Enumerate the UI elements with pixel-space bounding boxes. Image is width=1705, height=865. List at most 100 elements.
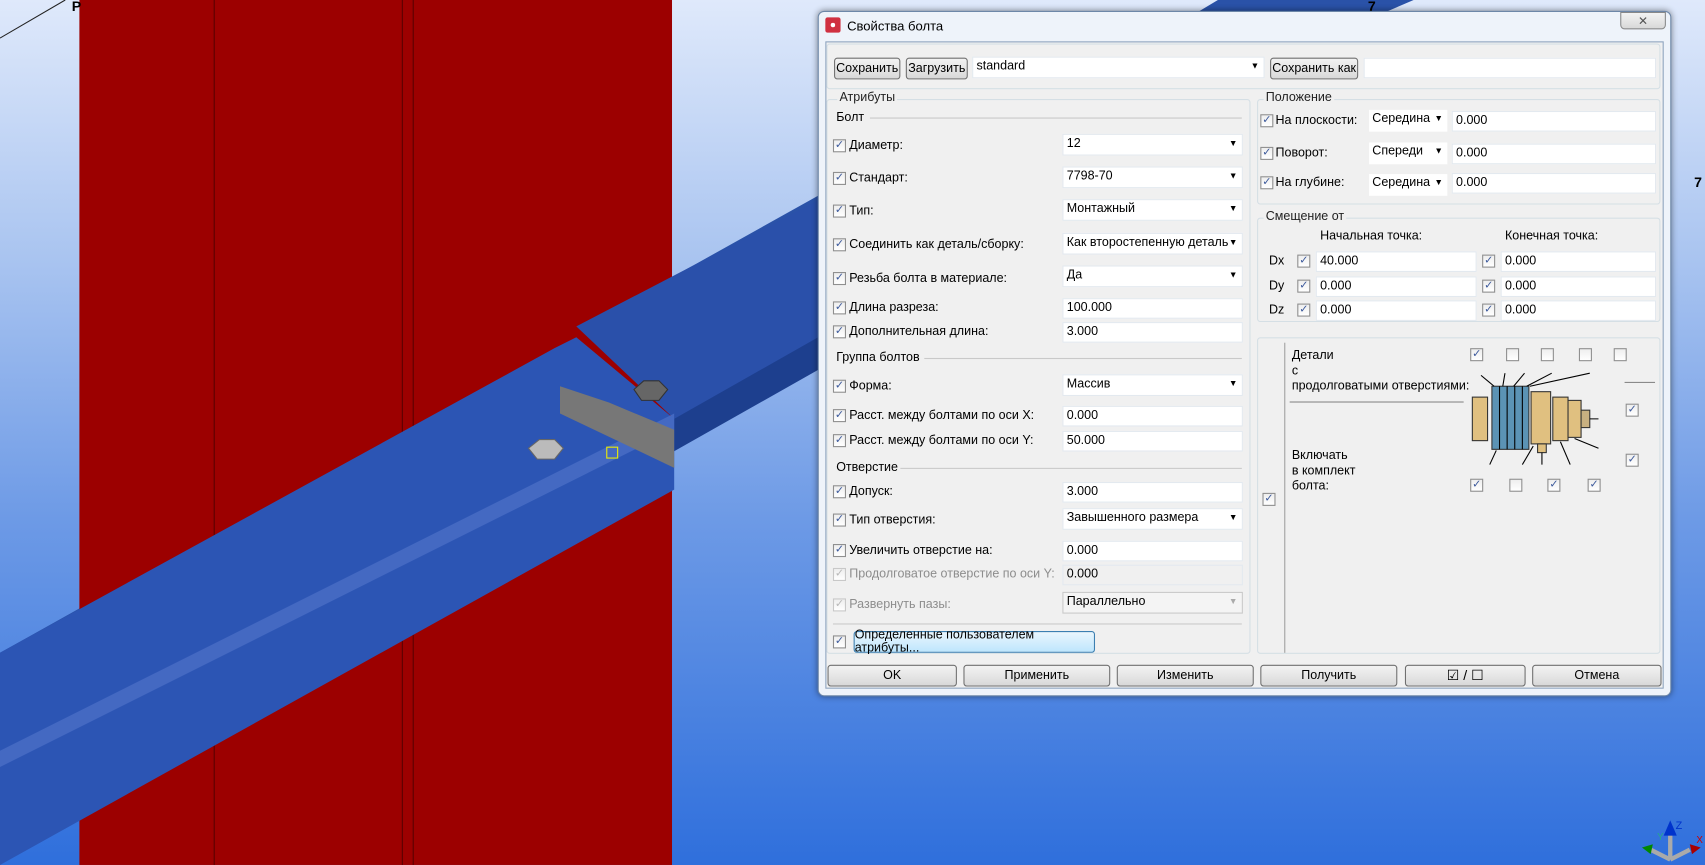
thread-checkbox[interactable]: ✓ xyxy=(832,272,846,286)
shape-label: Форма: xyxy=(849,379,892,393)
dist-x-input[interactable]: 0.000 xyxy=(1062,405,1243,427)
slotted-part-checkbox[interactable] xyxy=(1540,348,1554,362)
hole-type-value: Завышенного размера xyxy=(1066,511,1199,525)
rotation-select[interactable]: Спереди ▼ xyxy=(1369,142,1448,165)
dy-start-input[interactable]: 0.000 xyxy=(1315,276,1477,298)
side-part-checkbox[interactable]: ✓ xyxy=(1625,453,1639,467)
dx-start-input[interactable]: 40.000 xyxy=(1315,251,1477,272)
slotted-part-checkbox[interactable]: ✓ xyxy=(1470,348,1484,362)
connect-as-select[interactable]: Как второстепенную деталь ▼ xyxy=(1062,232,1243,255)
side-part-checkbox[interactable]: ✓ xyxy=(1625,403,1639,417)
at-depth-input[interactable]: 0.000 xyxy=(1451,172,1657,194)
diameter-checkbox[interactable]: ✓ xyxy=(832,139,846,153)
app-icon xyxy=(825,17,841,33)
3d-viewport[interactable]: P 7 7 ZYX Свойства болта ✕ Сохранить Заг… xyxy=(0,0,1705,865)
chevron-down-icon: ▼ xyxy=(1228,170,1238,181)
on-plane-checkbox[interactable]: ✓ xyxy=(1260,114,1274,128)
include-part-checkbox[interactable]: ✓ xyxy=(1470,478,1484,492)
bolt-assembly-diagram-icon xyxy=(1471,372,1599,465)
enlarge-input[interactable]: 0.000 xyxy=(1062,540,1243,562)
rotate-slots-select: Параллельно ▼ xyxy=(1062,591,1243,614)
on-plane-input[interactable]: 0.000 xyxy=(1451,110,1657,132)
at-depth-checkbox[interactable]: ✓ xyxy=(1260,176,1274,190)
connect-as-label: Соединить как деталь/сборку: xyxy=(849,238,1024,252)
type-select[interactable]: Монтажный ▼ xyxy=(1062,199,1243,221)
preset-select[interactable]: standard ▼ xyxy=(972,56,1265,79)
hole-header: Отверстие xyxy=(836,461,899,475)
type-checkbox[interactable]: ✓ xyxy=(832,204,846,218)
save-as-button[interactable]: Сохранить как xyxy=(1270,57,1359,80)
assembly-checkbox[interactable]: ✓ xyxy=(1262,492,1276,506)
hole-type-select[interactable]: Завышенного размера ▼ xyxy=(1062,508,1243,530)
dist-y-checkbox[interactable]: ✓ xyxy=(832,434,846,448)
include-part-checkbox[interactable] xyxy=(1509,478,1523,492)
toggle-all-checkboxes-button[interactable]: ☑ / ☐ xyxy=(1404,664,1526,687)
bolt-header: Болт xyxy=(836,110,865,125)
dialog-title: Свойства болта xyxy=(847,18,944,34)
on-plane-select[interactable]: Середина ▼ xyxy=(1369,109,1448,132)
user-attrs-checkbox[interactable]: ✓ xyxy=(832,635,846,649)
apply-button[interactable]: Применить xyxy=(963,664,1111,687)
dx-start-checkbox[interactable]: ✓ xyxy=(1297,254,1311,268)
rotation-checkbox[interactable]: ✓ xyxy=(1260,146,1274,160)
enlarge-label: Увеличить отверстие на: xyxy=(849,544,993,558)
end-point-header: Конечная точка: xyxy=(1504,229,1599,243)
include-in-assembly-label: Включать в комплект болта: xyxy=(1291,449,1356,493)
save-button[interactable]: Сохранить xyxy=(834,57,901,80)
svg-text:7: 7 xyxy=(1694,174,1702,190)
svg-text:P: P xyxy=(72,0,81,14)
svg-text:X: X xyxy=(1696,835,1703,846)
at-depth-select[interactable]: Середина ▼ xyxy=(1369,174,1448,196)
shape-select[interactable]: Массив ▼ xyxy=(1062,374,1243,397)
cut-length-input[interactable]: 100.000 xyxy=(1062,298,1243,319)
dz-end-checkbox[interactable]: ✓ xyxy=(1482,303,1496,317)
rotation-input[interactable]: 0.000 xyxy=(1451,143,1657,165)
dy-start-checkbox[interactable]: ✓ xyxy=(1297,279,1311,293)
tolerance-checkbox[interactable]: ✓ xyxy=(832,485,846,499)
slotted-part-checkbox[interactable] xyxy=(1613,348,1627,362)
chevron-down-icon: ▼ xyxy=(1434,177,1443,188)
close-button[interactable]: ✕ xyxy=(1620,11,1666,30)
slotted-part-checkbox[interactable] xyxy=(1506,348,1520,362)
rotation-option: Спереди xyxy=(1372,144,1423,158)
dx-end-input[interactable]: 0.000 xyxy=(1500,251,1657,272)
extra-length-input[interactable]: 3.000 xyxy=(1062,322,1243,343)
ok-button[interactable]: OK xyxy=(827,664,957,687)
user-attributes-button[interactable]: Определенные пользователем атрибуты... xyxy=(853,629,1096,655)
preset-value: standard xyxy=(976,59,1026,73)
dy-end-input[interactable]: 0.000 xyxy=(1500,276,1657,298)
cut-length-checkbox[interactable]: ✓ xyxy=(832,301,846,315)
dy-end-checkbox[interactable]: ✓ xyxy=(1482,279,1496,293)
dx-end-checkbox[interactable]: ✓ xyxy=(1482,254,1496,268)
cancel-button[interactable]: Отмена xyxy=(1532,664,1662,687)
slotted-part-checkbox[interactable] xyxy=(1578,348,1592,362)
extra-length-checkbox[interactable]: ✓ xyxy=(832,325,846,339)
load-button[interactable]: Загрузить xyxy=(905,57,968,80)
save-as-name-input[interactable] xyxy=(1363,57,1657,79)
include-part-checkbox[interactable]: ✓ xyxy=(1547,478,1561,492)
enlarge-checkbox[interactable]: ✓ xyxy=(832,544,846,558)
tolerance-input[interactable]: 3.000 xyxy=(1062,481,1243,503)
shape-checkbox[interactable]: ✓ xyxy=(832,379,846,393)
dx-label: Dx xyxy=(1268,254,1285,268)
modify-button[interactable]: Изменить xyxy=(1116,664,1254,687)
dz-start-checkbox[interactable]: ✓ xyxy=(1297,303,1311,317)
hole-type-checkbox[interactable]: ✓ xyxy=(832,513,846,527)
chevron-down-icon: ▼ xyxy=(1228,138,1238,148)
get-button[interactable]: Получить xyxy=(1260,664,1398,687)
connect-as-checkbox[interactable]: ✓ xyxy=(832,238,846,252)
thread-label: Резьба болта в материале: xyxy=(849,272,1008,286)
extra-length-label: Дополнительная длина: xyxy=(849,325,989,339)
dist-x-checkbox[interactable]: ✓ xyxy=(832,409,846,423)
chevron-down-icon: ▼ xyxy=(1228,512,1238,523)
dist-y-input[interactable]: 50.000 xyxy=(1062,430,1243,452)
rotation-label: Поворот: xyxy=(1275,146,1328,160)
standard-select[interactable]: 7798-70 ▼ xyxy=(1062,166,1243,189)
thread-select[interactable]: Да ▼ xyxy=(1062,265,1243,288)
diameter-select[interactable]: 12 ▼ xyxy=(1062,133,1243,156)
dz-start-input[interactable]: 0.000 xyxy=(1315,300,1477,321)
dz-label: Dz xyxy=(1268,303,1285,317)
standard-checkbox[interactable]: ✓ xyxy=(832,171,846,185)
dz-end-input[interactable]: 0.000 xyxy=(1500,300,1657,321)
include-part-checkbox[interactable]: ✓ xyxy=(1587,478,1601,492)
